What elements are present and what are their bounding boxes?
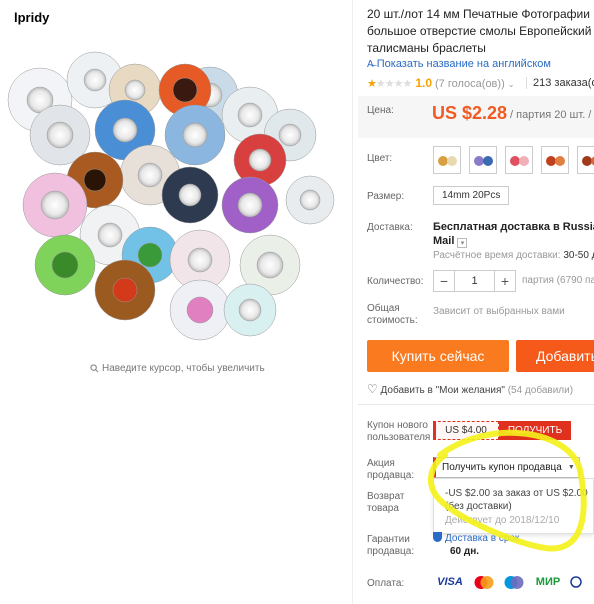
product-title: 20 шт./лот 14 мм Печатные Фотографии бол… (367, 7, 592, 55)
shipping-label: Доставка: (367, 222, 413, 233)
shipping-estimate-value: 30-50 д (563, 250, 594, 261)
heart-icon: ♡ (367, 382, 378, 396)
zoom-hint: Наведите курсор, чтобы увеличить (90, 363, 265, 374)
price-value: US $2.28 (432, 103, 508, 123)
color-swatch-4[interactable] (541, 146, 569, 174)
size-option[interactable]: 14mm 20Pcs (433, 186, 510, 205)
guarantee-label: Гарантии продавца: (367, 534, 415, 557)
seller-coupon-dropdown[interactable]: Получить купон продавца ▼ (433, 457, 580, 478)
guarantee-link[interactable]: Доставка в срок (433, 532, 519, 544)
guarantee-days: 60 дн. (450, 546, 480, 557)
quantity-label: Количество: (367, 276, 424, 287)
column-divider (352, 0, 353, 604)
wishlist-text: Добавить в "Мои желания" (380, 385, 505, 396)
quantity-minus-button[interactable]: − (434, 271, 454, 291)
buy-now-button[interactable]: Купить сейчас (367, 340, 509, 372)
payment-methods: VISA МИР (433, 574, 583, 590)
payment-label: Оплата: (367, 578, 405, 589)
coupon-expiry: Действует до 2018/12/10 (445, 515, 560, 526)
price-label: Цена: (367, 105, 394, 116)
magnifier-icon (90, 364, 99, 373)
seller-coupon-dropdown-text: Получить купон продавца (442, 462, 562, 473)
bead-pile (7, 51, 335, 341)
color-swatch-3[interactable] (505, 146, 533, 174)
visa-icon: VISA (437, 576, 463, 588)
seller-promo-label: Акция продавца: (367, 458, 415, 481)
size-label: Размер: (367, 191, 405, 202)
translate-link[interactable]: A̶ Показать название на английском (367, 58, 551, 70)
price-unit: / партия 20 шт. / (510, 109, 592, 121)
chevron-down-icon: ⌄ (507, 80, 515, 89)
quantity-input[interactable]: 1 (454, 271, 495, 291)
rating-count: (7 голоса(ов)) (435, 78, 505, 90)
shipping-mail[interactable]: Mail ▾ (433, 235, 468, 248)
rating-value: 1.0 (415, 76, 433, 90)
product-image[interactable] (0, 40, 340, 352)
shipping-estimate: Расчётное время доставки: 30-50 д (433, 250, 594, 261)
new-user-coupon: US $4.00 (433, 421, 499, 440)
coupon-terms-note: (без доставки) (445, 501, 512, 512)
color-label: Цвет: (367, 153, 393, 164)
color-swatch-2[interactable] (469, 146, 497, 174)
caret-down-icon: ▼ (567, 464, 575, 471)
quantity-stepper: − 1 + (433, 270, 516, 292)
shield-icon (433, 532, 442, 542)
returns-label: Возврат товара (367, 491, 405, 514)
color-swatch-1[interactable] (433, 146, 461, 174)
coupon-terms: -US $2.00 за заказ от US $2.00 (445, 488, 588, 499)
wishlist-link[interactable]: ♡ Добавить в "Мои желания" (54 добавили) (367, 382, 573, 396)
color-swatch-5[interactable] (577, 146, 594, 174)
shipping-method[interactable]: Бесплатная доставка в Russian Fe (433, 221, 594, 233)
seller-coupon-popup: -US $2.00 за заказ от US $2.00 (без дост… (433, 478, 594, 534)
shipping-estimate-label: Расчётное время доставки: (433, 250, 561, 261)
shipping-mail-text: Mail (433, 235, 455, 247)
translate-link-text: Показать название на английском (376, 58, 551, 70)
total-value: Зависит от выбранных вами (433, 306, 565, 317)
total-label: Общая стоимость: (367, 303, 418, 326)
divider (358, 404, 594, 405)
mastercard-icon (471, 574, 497, 590)
wishlist-count: (54 добавили) (507, 385, 574, 396)
maestro-icon (501, 574, 527, 590)
chevron-down-icon: ▾ (457, 238, 468, 248)
translate-icon: A̶ (367, 59, 374, 70)
orders-count: 213 заказа(ов) (526, 77, 594, 89)
quantity-available: партия (6790 пар (522, 275, 594, 286)
get-coupon-button[interactable]: ПОЛУЧИТЬ (499, 421, 571, 440)
guarantee-text: Доставка в срок (445, 533, 520, 544)
zoom-hint-text: Наведите курсор, чтобы увеличить (102, 363, 265, 374)
rating-block[interactable]: ★★★★★ 1.0 (7 голоса(ов)) ⌄ (367, 76, 514, 90)
quantity-plus-button[interactable]: + (495, 271, 515, 291)
add-to-cart-button[interactable]: Добавить (516, 340, 594, 372)
card-icon (569, 574, 583, 590)
coupon-label: Купон нового пользователя (367, 420, 431, 443)
rating-stars-icon: ★★★★★ (367, 78, 412, 90)
mir-icon: МИР (535, 576, 561, 588)
brand-logo[interactable]: lpridy (14, 10, 49, 25)
